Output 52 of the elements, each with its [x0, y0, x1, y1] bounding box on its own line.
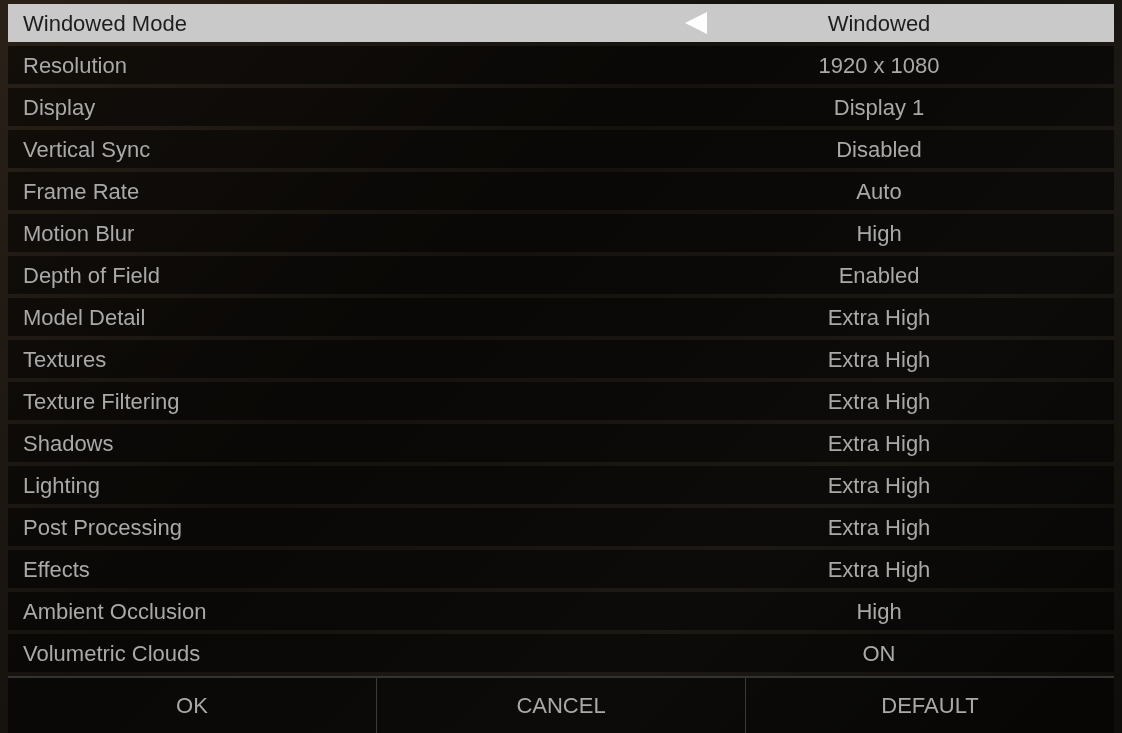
setting-value: Extra High	[827, 513, 931, 542]
menu-button[interactable]: CANCEL	[377, 678, 746, 733]
setting-value: Windowed	[827, 9, 931, 38]
setting-value: Display 1	[833, 93, 925, 122]
settings-row[interactable]: Post Processing Extra High	[8, 508, 1114, 546]
setting-value: High	[856, 597, 902, 626]
settings-row[interactable]: Shadows Extra High	[8, 424, 1114, 462]
settings-row[interactable]: Display Display 1	[8, 88, 1114, 126]
setting-value: Extra High	[827, 429, 931, 458]
setting-label: Motion Blur	[22, 219, 136, 248]
setting-label: Vertical Sync	[22, 135, 152, 164]
setting-label: Texture Filtering	[22, 387, 181, 416]
setting-value: Extra High	[827, 387, 931, 416]
setting-value: Disabled	[836, 135, 922, 164]
settings-row[interactable]: Resolution 1920 x 1080	[8, 46, 1114, 84]
setting-value: ON	[862, 639, 896, 668]
setting-label: Ambient Occlusion	[22, 597, 208, 626]
settings-row[interactable]: Model Detail Extra High	[8, 298, 1114, 336]
settings-row[interactable]: Texture Filtering Extra High	[8, 382, 1114, 420]
settings-row[interactable]: Windowed Mode Windowed	[8, 4, 1114, 42]
setting-label: Frame Rate	[22, 177, 141, 206]
setting-label: Lighting	[22, 471, 102, 500]
setting-label: Effects	[22, 555, 91, 584]
setting-value: Extra High	[827, 471, 931, 500]
setting-label: Depth of Field	[22, 261, 161, 290]
setting-label: Textures	[22, 345, 108, 374]
settings-row[interactable]: Depth of Field Enabled	[8, 256, 1114, 294]
setting-value: Extra High	[827, 345, 931, 374]
setting-label: Model Detail	[22, 303, 147, 332]
menu-button[interactable]: DEFAULT	[746, 678, 1114, 733]
setting-value: Extra High	[827, 303, 931, 332]
setting-label: Resolution	[22, 51, 128, 80]
setting-value: Auto	[856, 177, 902, 206]
setting-label: Display	[22, 93, 97, 122]
setting-label: Shadows	[22, 429, 115, 458]
settings-row[interactable]: Vertical Sync Disabled	[8, 130, 1114, 168]
settings-row[interactable]: Effects Extra High	[8, 550, 1114, 588]
setting-value: High	[856, 219, 902, 248]
setting-label: Volumetric Clouds	[22, 639, 202, 668]
setting-value: 1920 x 1080	[818, 51, 940, 80]
setting-label: Windowed Mode	[22, 9, 188, 38]
setting-value: Extra High	[827, 555, 931, 584]
menu-button[interactable]: OK	[8, 678, 377, 733]
setting-value: Enabled	[838, 261, 920, 290]
settings-row[interactable]: Ambient Occlusion High	[8, 592, 1114, 630]
settings-row[interactable]: Motion Blur High	[8, 214, 1114, 252]
left-arrow-icon[interactable]	[684, 11, 708, 35]
settings-row[interactable]: Lighting Extra High	[8, 466, 1114, 504]
settings-row[interactable]: Frame Rate Auto	[8, 172, 1114, 210]
setting-label: Post Processing	[22, 513, 183, 542]
settings-row[interactable]: Textures Extra High	[8, 340, 1114, 378]
settings-row[interactable]: Volumetric Clouds ON	[8, 634, 1114, 672]
